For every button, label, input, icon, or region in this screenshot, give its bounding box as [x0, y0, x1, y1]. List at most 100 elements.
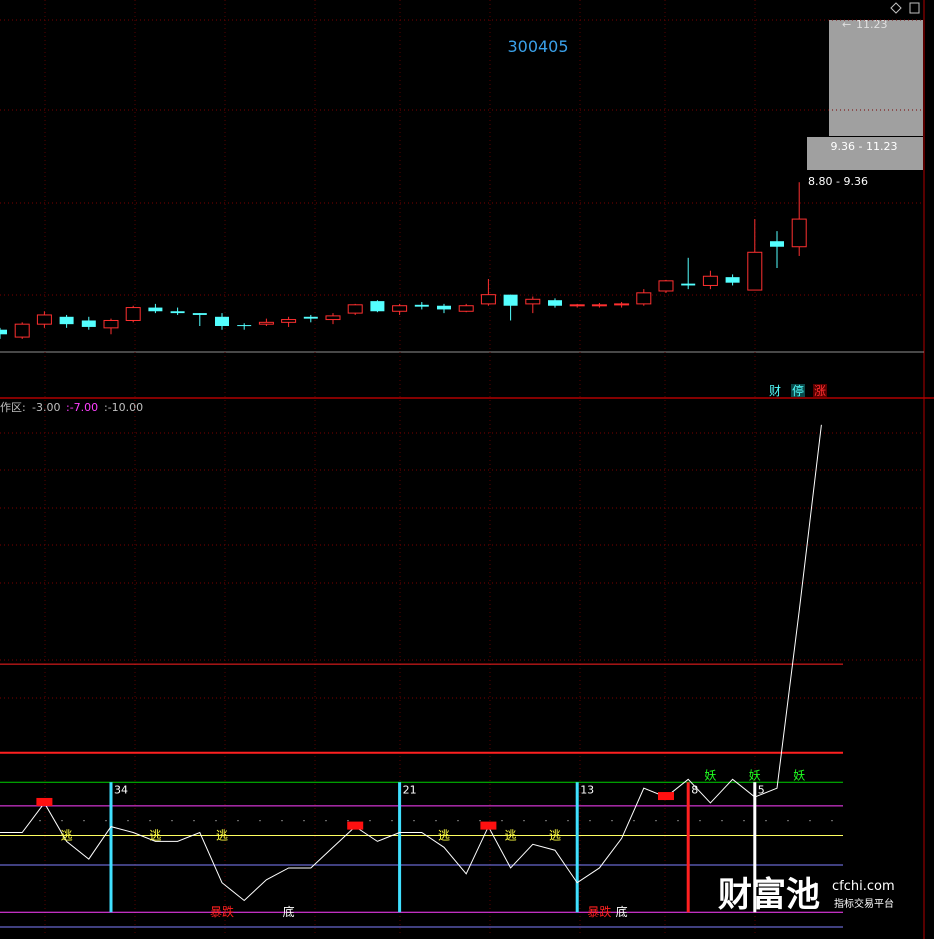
legend-value-3: :-10.00	[104, 401, 143, 414]
count-bar-label: 21	[403, 783, 417, 796]
candle-body	[548, 300, 562, 306]
candle-body	[237, 325, 252, 327]
candle	[591, 302, 607, 308]
band-label-1: 9.36 - 11.23	[831, 140, 898, 153]
candle	[148, 303, 163, 314]
stock-code-title: 300405	[507, 37, 568, 56]
dot-marker	[83, 819, 85, 822]
candle-body	[125, 307, 141, 321]
legend-value-2: :-7.00	[66, 401, 98, 414]
candle-body	[81, 320, 96, 327]
peak-marker	[658, 792, 674, 801]
dot-marker	[193, 819, 195, 822]
diamond-icon[interactable]	[890, 2, 902, 14]
watermark-brand: 财富池	[718, 875, 820, 915]
badge-zhang: 涨	[814, 383, 826, 398]
dot-marker	[259, 819, 261, 822]
candle	[14, 322, 30, 339]
candle	[503, 294, 518, 321]
candle-body	[503, 294, 518, 306]
candle-body	[192, 313, 207, 315]
candle-body	[458, 305, 474, 312]
candle	[303, 314, 318, 323]
dot-marker	[171, 819, 173, 822]
dot-marker	[523, 819, 525, 822]
count-bar-label: 13	[580, 783, 594, 796]
price-band-upper	[829, 20, 923, 136]
crash-label: 暴跌	[587, 904, 611, 919]
dot-marker	[567, 819, 569, 822]
candle-body	[347, 304, 363, 314]
monster-label: 妖	[793, 768, 805, 782]
escape-label: 逃	[438, 828, 450, 842]
candle	[614, 302, 630, 308]
candle-body	[215, 316, 229, 327]
badge-group: 财 停 涨	[769, 383, 827, 398]
candle-body	[636, 292, 652, 305]
candle	[281, 316, 297, 327]
candle	[370, 300, 385, 313]
dot-marker	[721, 819, 723, 822]
candle	[725, 274, 740, 286]
candle-body	[525, 298, 541, 305]
candle	[437, 303, 451, 314]
candle	[103, 318, 119, 335]
candle-body	[569, 304, 585, 307]
candle	[569, 303, 585, 308]
candle-body	[791, 218, 807, 248]
dot-marker	[127, 819, 129, 822]
indicator-series: 34 21 13 8 5逃逃逃逃逃逃暴跌底暴跌 底妖妖妖	[0, 424, 843, 928]
restore-icon[interactable]	[909, 2, 920, 14]
dot-marker	[677, 819, 679, 822]
legend-value-1: -3.00	[32, 401, 60, 414]
candle	[548, 298, 562, 308]
candle-body	[658, 280, 674, 292]
candle-body	[370, 301, 385, 312]
candle-body	[325, 315, 341, 321]
dot-marker	[809, 819, 811, 822]
dot-marker	[39, 819, 41, 822]
candle-body	[0, 329, 7, 335]
stock-chart: 300405 ← 11.23 9.36 - 11.23 8.80 - 9.36 …	[0, 0, 934, 939]
candle	[702, 270, 718, 290]
dot-marker	[105, 819, 107, 822]
crash-label: 暴跌	[210, 904, 234, 919]
candle-body	[303, 316, 318, 319]
dot-marker	[237, 819, 239, 822]
peak-marker	[36, 797, 53, 806]
dot-marker	[149, 819, 151, 822]
candle	[170, 307, 185, 315]
dot-marker	[611, 819, 613, 822]
candle	[414, 302, 429, 310]
candle-body	[480, 294, 496, 305]
candle-body	[614, 303, 630, 306]
candle	[480, 279, 496, 306]
peak-marker	[347, 821, 364, 830]
candle	[347, 303, 363, 315]
watermark: 财富池 cfchi.com 指标交易平台	[718, 875, 895, 915]
candle	[237, 323, 252, 330]
candle-body	[702, 275, 718, 286]
dot-marker	[699, 819, 701, 822]
candle	[125, 305, 141, 323]
candle-body	[36, 314, 52, 325]
dot-marker	[61, 819, 63, 822]
escape-label: 逃	[549, 828, 561, 842]
escape-label: 逃	[61, 828, 73, 842]
dot-marker	[347, 819, 349, 822]
candle-body	[392, 305, 408, 312]
candle	[258, 318, 274, 327]
candle-body	[681, 283, 696, 286]
indicator-legend: 作区: -3.00 :-7.00 :-10.00	[0, 401, 143, 414]
dot-marker	[589, 819, 591, 822]
candle	[392, 303, 408, 315]
count-bar-label: 34	[114, 783, 128, 796]
candle	[636, 289, 652, 306]
dot-marker	[325, 819, 327, 822]
window-controls[interactable]	[890, 2, 920, 14]
candle	[192, 313, 207, 327]
candlestick-series	[0, 182, 807, 339]
monster-label: 妖	[704, 768, 716, 782]
candle	[770, 231, 784, 268]
candle	[681, 257, 696, 290]
